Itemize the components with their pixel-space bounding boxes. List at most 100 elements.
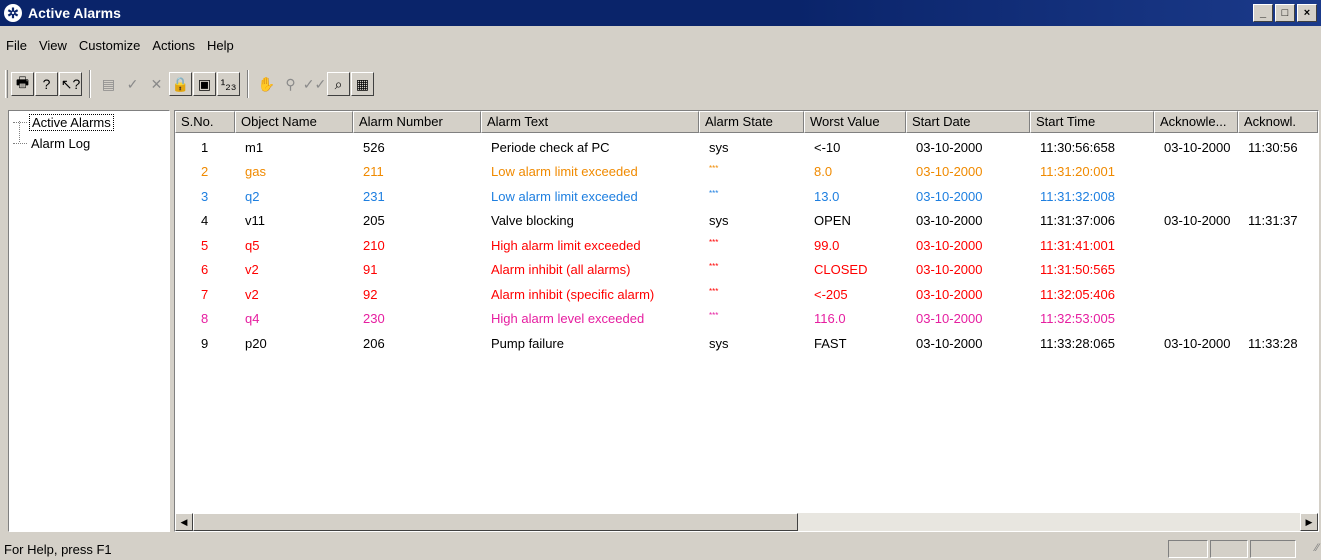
table-row[interactable]: 3 q2 231 Low alarm limit exceeded *** 13.0 03-… xyxy=(175,184,1318,208)
tree-item-active-alarms[interactable]: Active Alarms xyxy=(9,113,114,131)
menu-view[interactable]: View xyxy=(33,38,73,53)
title-bar[interactable]: ✲ Active Alarms _ □ × xyxy=(0,0,1321,26)
delete-button[interactable]: ✕ xyxy=(145,72,168,96)
table-cell: 11:31:20:001 xyxy=(1040,164,1115,179)
table-cell: q5 xyxy=(245,237,260,253)
table-cell: Periode check af PC xyxy=(491,139,610,155)
print-button[interactable]: 🖶 xyxy=(11,72,34,96)
acknowledge-button[interactable]: ✓ xyxy=(121,72,144,96)
table-cell: m1 xyxy=(245,139,264,155)
table-row[interactable]: 9 p20 206 Pump failure sys FAST 03-10-2000 11:3… xyxy=(175,331,1318,355)
table-row[interactable]: 7 v2 92 Alarm inhibit (specific alarm) *** <-… xyxy=(175,282,1318,306)
table-cell: 03-10-2000 xyxy=(916,237,983,253)
handshake-button[interactable]: ✋ xyxy=(255,72,278,96)
horizontal-scrollbar[interactable]: ◀ ▶ xyxy=(175,513,1318,531)
table-cell: 11:31:37 xyxy=(1248,213,1298,228)
column-header-3[interactable]: Alarm Text xyxy=(481,111,699,133)
menu-customize[interactable]: Customize xyxy=(73,38,146,53)
find-button[interactable]: ⚲ xyxy=(279,72,302,96)
column-header-2[interactable]: Alarm Number xyxy=(353,111,481,133)
toolbar: 🖶? ↖? ▤ ✓ ✕ 🔒 ▣ ¹₂₃ ✋ ⚲ ✓✓ ⌕ ▦ xyxy=(2,64,1321,104)
scroll-right-button[interactable]: ▶ xyxy=(1300,513,1318,531)
table-cell: 11:32:05:406 xyxy=(1040,286,1115,302)
menu-help[interactable]: Help xyxy=(201,38,240,53)
table-cell: <-205 xyxy=(814,286,848,302)
column-header-6[interactable]: Start Date xyxy=(906,111,1030,133)
table-cell: 11:32:53:005 xyxy=(1040,311,1115,326)
table-cell: 03-10-2000 xyxy=(1164,335,1231,351)
status-text: For Help, press F1 xyxy=(4,541,112,557)
table-cell: 11:33:28:065 xyxy=(1040,335,1115,351)
app-icon[interactable]: ✲ xyxy=(4,4,22,22)
navigation-tree: Active Alarms Alarm Log xyxy=(8,110,170,532)
status-panel xyxy=(1168,540,1208,558)
table-cell: OPEN xyxy=(814,213,851,228)
column-header-9[interactable]: Acknowl. xyxy=(1238,111,1318,133)
minimize-button[interactable]: _ xyxy=(1253,4,1273,22)
table-cell: q4 xyxy=(245,311,260,326)
context-help-button[interactable]: ↖? xyxy=(59,72,82,96)
sequence-button[interactable]: ¹₂₃ xyxy=(217,72,240,96)
table-cell: *** xyxy=(709,237,719,247)
column-header-7[interactable]: Start Time xyxy=(1030,111,1154,133)
column-header-5[interactable]: Worst Value xyxy=(804,111,906,133)
table-cell: sys xyxy=(709,139,729,155)
table-row[interactable]: 2 gas 211 Low alarm limit exceeded *** 8.0 03-… xyxy=(175,160,1318,184)
properties-button[interactable]: ▤ xyxy=(97,72,120,96)
column-header-4[interactable]: Alarm State xyxy=(699,111,804,133)
help-button[interactable]: ? xyxy=(35,72,58,96)
table-cell: 526 xyxy=(363,139,385,155)
table-cell: *** xyxy=(709,286,719,296)
toolbar-separator xyxy=(247,70,249,98)
table-cell: 03-10-2000 xyxy=(916,335,983,351)
column-header-0[interactable]: S.No. xyxy=(175,111,235,133)
notepad-button[interactable]: ▣ xyxy=(193,72,216,96)
resize-grip-icon[interactable]: ⁄⁄ xyxy=(1315,542,1319,554)
table-cell: Alarm inhibit (specific alarm) xyxy=(491,286,655,302)
context-help-icon: ↖? xyxy=(60,75,81,92)
table-row[interactable]: 4 v11 205 Valve blocking sys OPEN 03-10-2000 11… xyxy=(175,209,1318,233)
column-header-8[interactable]: Acknowle... xyxy=(1154,111,1238,133)
tree-item-alarm-log[interactable]: Alarm Log xyxy=(9,134,92,152)
scroll-left-button[interactable]: ◀ xyxy=(175,513,193,531)
table-cell: sys xyxy=(709,213,729,228)
table-cell: 116.0 xyxy=(814,311,846,326)
table-cell: 1 xyxy=(201,139,209,155)
table-cell: 211 xyxy=(363,164,384,179)
table-cell: sys xyxy=(709,335,729,351)
table-cell: 3 xyxy=(201,188,209,204)
zoom-button[interactable]: ⌕ xyxy=(327,72,350,96)
table-cell: High alarm limit exceeded xyxy=(491,237,641,253)
table-cell: *** xyxy=(709,311,719,320)
status-panel xyxy=(1250,540,1296,558)
table-cell: High alarm level exceeded xyxy=(491,311,645,326)
status-bar: For Help, press F1 ⁄⁄ xyxy=(0,538,1321,560)
tree-branch xyxy=(13,142,27,144)
maximize-button[interactable]: □ xyxy=(1275,4,1295,22)
alarm-list: S.No. Object Name Alarm Number Alarm Text Al… xyxy=(174,110,1319,532)
table-row[interactable]: 1 m1 526 Periode check af PC sys <-10 03-10-20… xyxy=(175,135,1318,159)
tree-item-label: Active Alarms xyxy=(29,113,114,131)
table-cell: 9 xyxy=(201,335,209,351)
table-cell: 206 xyxy=(363,335,385,351)
table-row[interactable]: 5 q5 210 High alarm limit exceeded *** 99.0 03… xyxy=(175,233,1318,257)
lock-button[interactable]: 🔒 xyxy=(169,72,192,96)
scroll-thumb[interactable] xyxy=(193,513,798,531)
table-row[interactable]: 6 v2 91 Alarm inhibit (all alarms) *** CLOSED… xyxy=(175,258,1318,282)
table-cell: 03-10-2000 xyxy=(1164,213,1231,228)
toolbar-grip[interactable] xyxy=(5,70,8,98)
package-button[interactable]: ▦ xyxy=(351,72,374,96)
menu-actions[interactable]: Actions xyxy=(146,38,201,53)
table-cell: *** xyxy=(709,262,719,271)
table-cell: 03-10-2000 xyxy=(916,139,983,155)
table-cell: 03-10-2000 xyxy=(916,286,983,302)
ack-all-button[interactable]: ✓✓ xyxy=(303,72,326,96)
column-header-1[interactable]: Object Name xyxy=(235,111,353,133)
close-button[interactable]: × xyxy=(1297,4,1317,22)
menu-file[interactable]: File xyxy=(0,38,33,53)
table-row[interactable]: 8 q4 230 High alarm level exceeded *** 116.0 0… xyxy=(175,307,1318,331)
table-cell: q2 xyxy=(245,188,260,204)
table-cell: FAST xyxy=(814,335,847,351)
handshake-icon: ✋ xyxy=(257,75,276,92)
table-cell: 8 xyxy=(201,311,209,326)
